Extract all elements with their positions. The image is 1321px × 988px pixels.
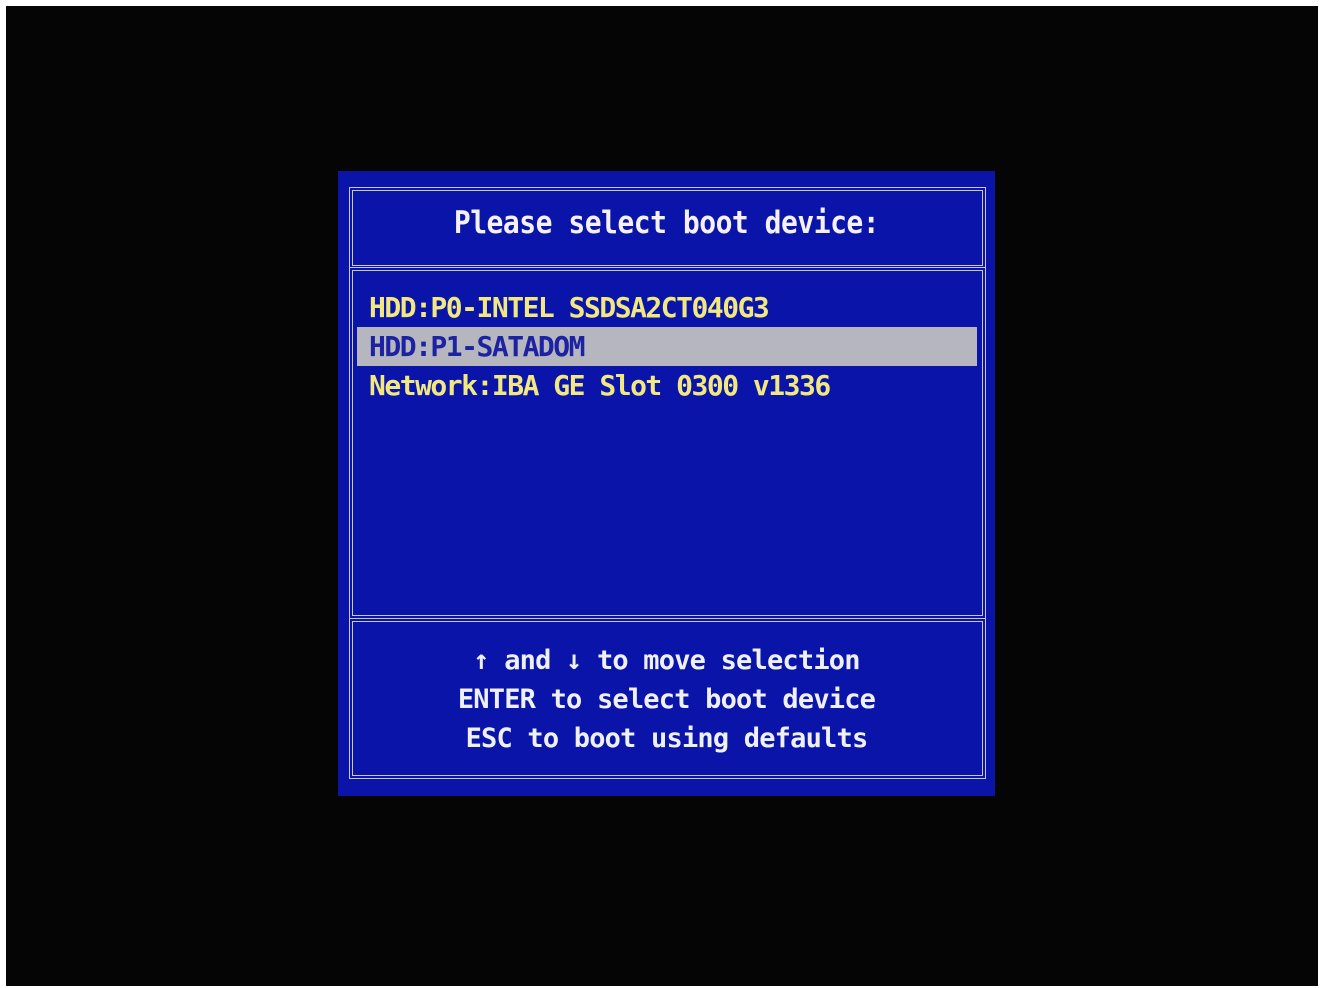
boot-menu-dialog: Please select boot device: HDD:P0-INTEL … xyxy=(338,171,995,796)
help-text: ↑ and ↓ to move selection ENTER to selec… xyxy=(338,641,995,758)
boot-device-list: HDD:P0-INTEL SSDSA2CT040G3 HDD:P1-SATADO… xyxy=(357,288,977,405)
dialog-title: Please select boot device: xyxy=(453,203,880,241)
bios-screen: Please select boot device: HDD:P0-INTEL … xyxy=(6,6,1318,986)
boot-device-item[interactable]: Network:IBA GE Slot 0300 v1336 xyxy=(357,366,977,405)
help-line-navigate: ↑ and ↓ to move selection xyxy=(473,645,860,676)
boot-device-item-selected[interactable]: HDD:P1-SATADOM xyxy=(357,327,977,366)
help-line-enter: ENTER to select boot device xyxy=(457,684,876,715)
boot-device-item[interactable]: HDD:P0-INTEL SSDSA2CT040G3 xyxy=(357,288,977,327)
help-line-escape: ESC to boot using defaults xyxy=(465,723,869,754)
